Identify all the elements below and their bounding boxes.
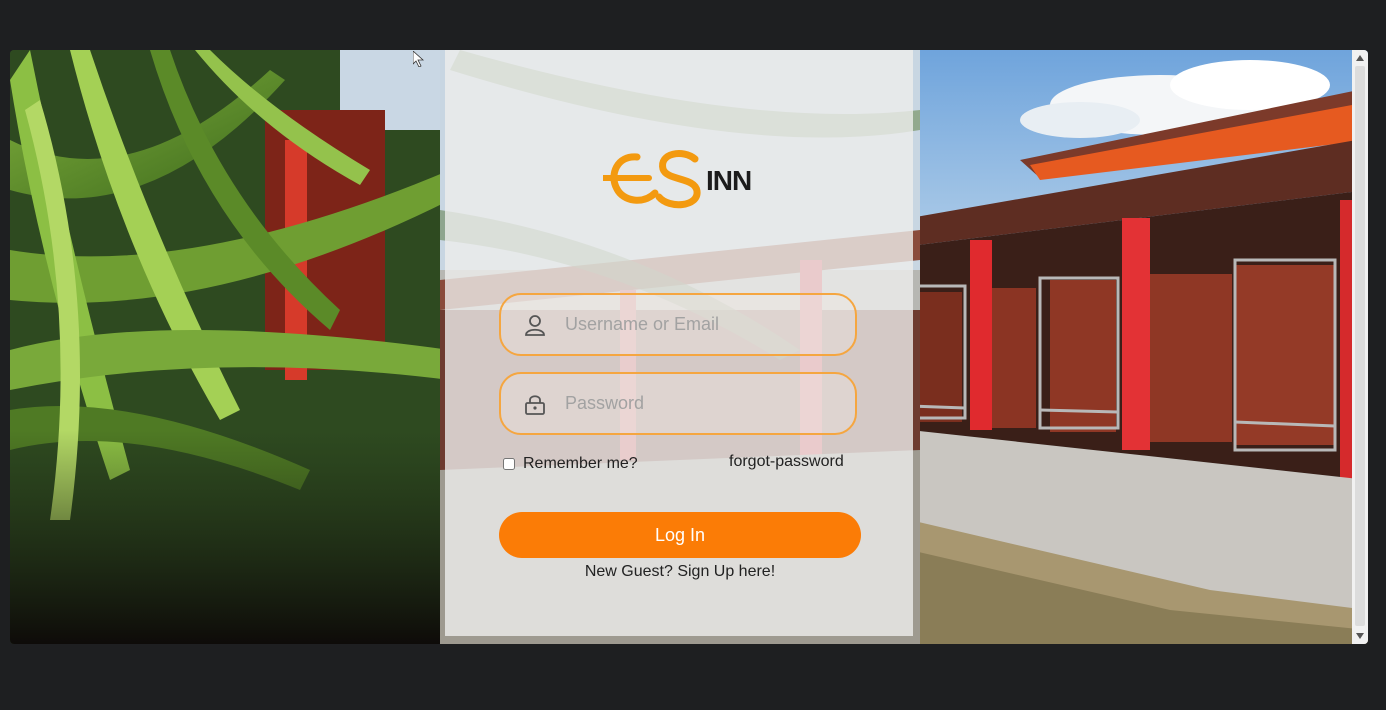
motel-building-image — [910, 50, 1368, 644]
plant-leaves-image — [10, 50, 450, 644]
mouse-cursor-icon — [412, 50, 425, 72]
lock-icon — [521, 390, 549, 418]
page-scrollbar[interactable] — [1352, 50, 1368, 644]
chevron-down-icon[interactable] — [1352, 629, 1368, 643]
password-field[interactable] — [499, 372, 857, 435]
forgot-password-link[interactable]: forgot-password — [729, 453, 844, 471]
scrollbar-thumb[interactable] — [1355, 66, 1365, 626]
background-photo-right — [910, 50, 1368, 644]
es-inn-logo: INN — [600, 145, 763, 215]
logo-inn-text: INN — [706, 165, 751, 196]
login-button[interactable]: Log In — [499, 512, 861, 558]
signup-link[interactable]: New Guest? Sign Up here! — [499, 563, 861, 581]
login-card: INN Remember m — [445, 50, 913, 636]
username-input[interactable] — [563, 313, 847, 336]
browser-viewport: INN Remember m — [10, 50, 1368, 644]
remember-me-checkbox[interactable] — [503, 458, 515, 470]
username-field[interactable] — [499, 293, 857, 356]
password-input[interactable] — [563, 392, 847, 415]
user-icon — [521, 311, 549, 339]
remember-me-label: Remember me? — [523, 455, 638, 472]
es-inn-logo-image: INN — [600, 150, 752, 209]
background-photo-left — [10, 50, 450, 644]
chevron-up-icon[interactable] — [1352, 51, 1368, 65]
remember-me[interactable]: Remember me? — [503, 455, 638, 473]
